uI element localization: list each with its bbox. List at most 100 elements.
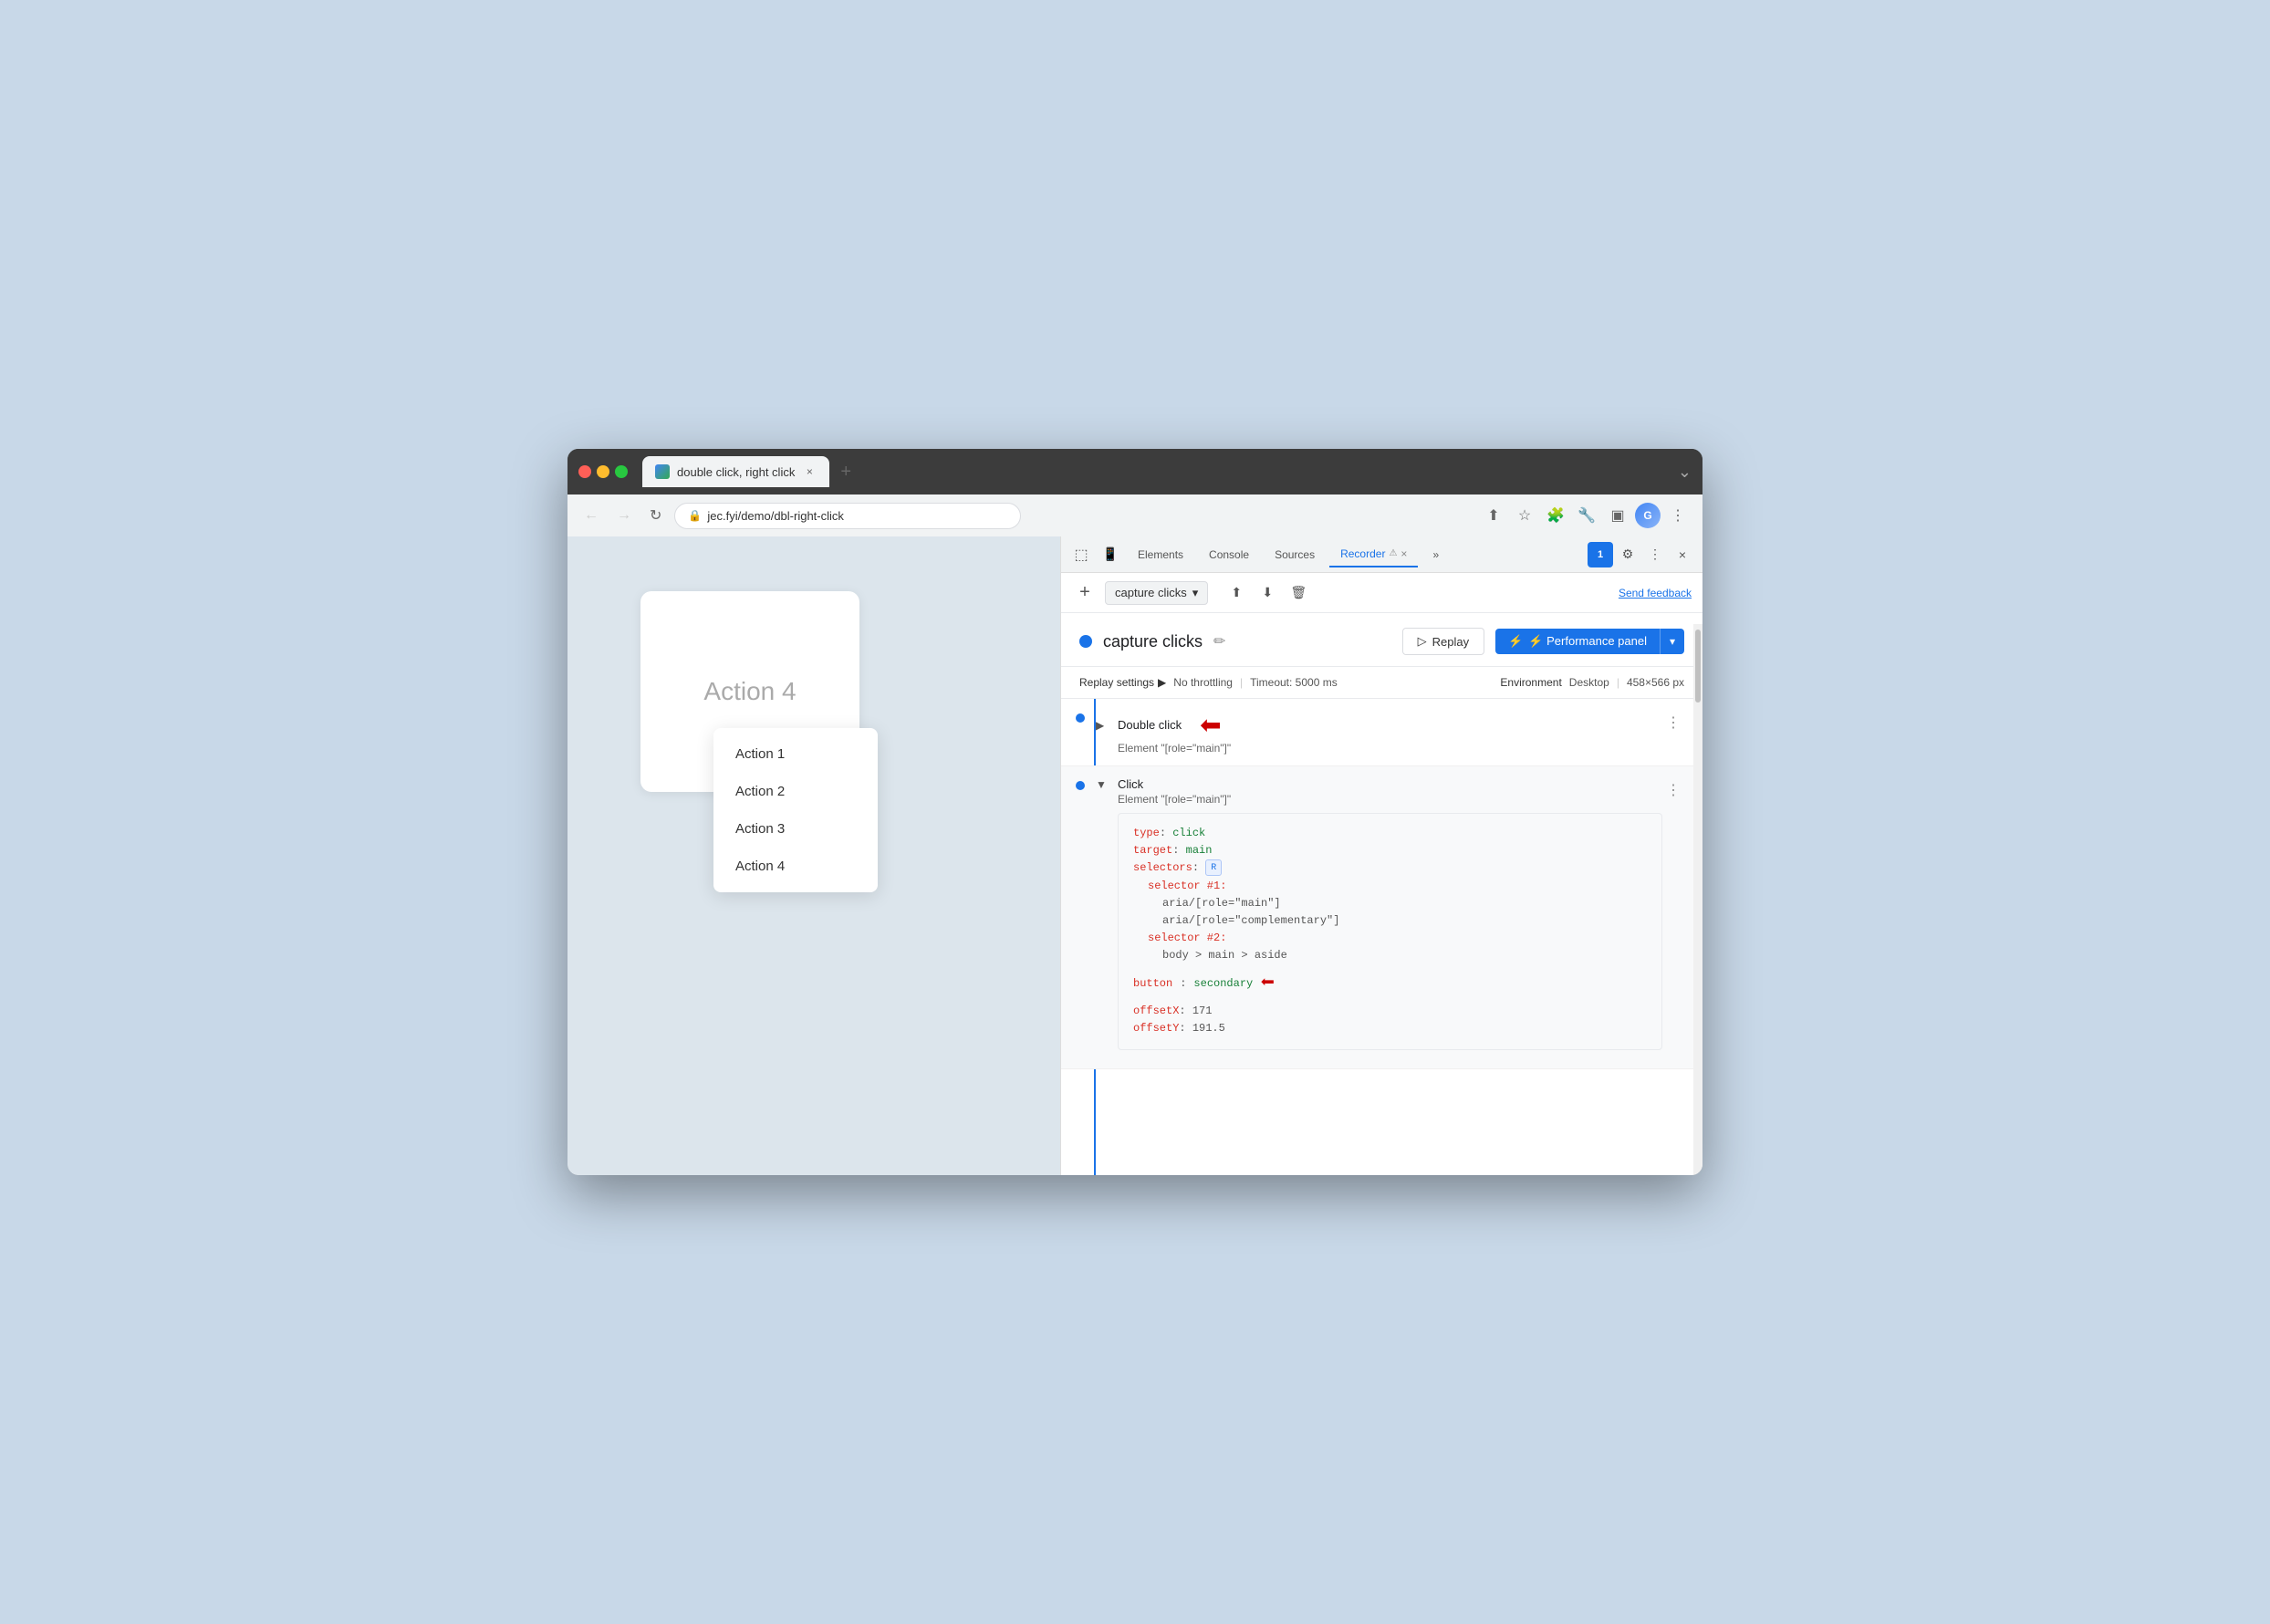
traffic-lights <box>578 465 628 478</box>
badge-count[interactable]: 1 <box>1588 542 1613 567</box>
step2-expand-icon[interactable]: ▼ <box>1096 778 1110 791</box>
minimize-traffic-light[interactable] <box>597 465 609 478</box>
new-tab-button[interactable]: + <box>833 462 859 483</box>
tab-sources[interactable]: Sources <box>1264 543 1326 567</box>
reload-button[interactable]: ↻ <box>644 503 667 528</box>
step1-expand-icon[interactable]: ▶ <box>1096 719 1110 732</box>
sidebar-icon[interactable]: ▣ <box>1604 502 1631 529</box>
close-traffic-light[interactable] <box>578 465 591 478</box>
perf-label: ⚡ Performance panel <box>1528 634 1647 649</box>
more-options-icon[interactable]: ⋮ <box>1664 502 1692 529</box>
dropdown-chevron-icon: ▾ <box>1192 586 1199 600</box>
delete-button[interactable]: 🗑 <box>1285 580 1312 606</box>
bookmark-icon[interactable]: ☆ <box>1511 502 1538 529</box>
step2-subtitle: Element "[role="main"]" <box>1118 793 1662 806</box>
title-bar: double click, right click × + ⌄ <box>568 449 1702 494</box>
devtools-tab-icons: 1 ⚙ ⋮ × <box>1588 542 1695 567</box>
env-label: Environment <box>1500 676 1561 689</box>
forward-button[interactable]: → <box>611 504 637 527</box>
replay-settings-title[interactable]: Replay settings ▶ <box>1079 676 1166 689</box>
more-devtools-icon[interactable]: ⋮ <box>1642 542 1668 567</box>
menu-item-2[interactable]: Action 2 <box>713 773 878 810</box>
step2-content: ▼ Click Element "[role="main"]" type: cl… <box>1096 777 1662 1057</box>
tab-close-button[interactable]: × <box>802 464 817 479</box>
url-text: jec.fyi/demo/dbl-right-click <box>707 509 844 523</box>
timeout-text: Timeout: 5000 ms <box>1250 676 1338 689</box>
active-tab[interactable]: double click, right click × <box>642 456 829 487</box>
step2-menu-icon[interactable]: ⋮ <box>1662 777 1684 803</box>
selectors-icon: R <box>1205 859 1222 876</box>
settings-expand-icon: ▶ <box>1158 676 1166 689</box>
menu-item-4[interactable]: Action 4 <box>713 848 878 885</box>
inspect-element-icon[interactable]: ⬚ <box>1068 542 1094 567</box>
page-area: Action 4 Action 1 Action 2 Action 3 Acti… <box>568 536 1060 1175</box>
env-details: Desktop | 458×566 px <box>1569 676 1684 689</box>
export-button[interactable]: ⬆ <box>1223 580 1250 606</box>
code-selector2-label: selector #2: <box>1148 932 1226 944</box>
recorder-actions: ⬆ ⬇ 🗑 <box>1223 580 1312 606</box>
performance-panel-button[interactable]: ⚡ ⚡ Performance panel <box>1495 629 1660 654</box>
step1-menu-icon[interactable]: ⋮ <box>1662 710 1684 735</box>
tab-more[interactable]: » <box>1421 543 1450 567</box>
menu-item-3[interactable]: Action 3 <box>713 810 878 848</box>
window-chevron[interactable]: ⌄ <box>1678 463 1692 482</box>
share-icon[interactable]: ⬆ <box>1480 502 1507 529</box>
back-button[interactable]: ← <box>578 504 604 527</box>
code-offsety-val: 191.5 <box>1192 1022 1225 1035</box>
step-double-click[interactable]: ▶ Double click ⬅ Element "[role="main"]"… <box>1061 699 1702 766</box>
recorder-warning-icon: ⚠ <box>1389 548 1397 558</box>
scrollbar-thumb[interactable] <box>1695 630 1701 703</box>
red-arrow-1: ⬅ <box>1200 710 1221 740</box>
tab-elements[interactable]: Elements <box>1127 543 1194 567</box>
step1-content: ▶ Double click ⬅ Element "[role="main"]" <box>1096 710 1662 755</box>
address-bar: ← → ↻ 🔒 jec.fyi/demo/dbl-right-click ⬆ ☆… <box>568 494 1702 536</box>
send-feedback-link[interactable]: Send feedback <box>1619 587 1692 599</box>
recording-title: capture clicks <box>1103 632 1203 651</box>
recorder-tab-close[interactable]: × <box>1401 547 1407 560</box>
step1-title-row: ▶ Double click ⬅ <box>1096 710 1662 740</box>
dropdown-menu: Action 1 Action 2 Action 3 Action 4 <box>713 728 878 892</box>
vertical-scrollbar[interactable] <box>1693 624 1702 1175</box>
close-devtools-icon[interactable]: × <box>1670 542 1695 567</box>
tab-bar: double click, right click × + <box>642 456 1671 487</box>
perf-panel-dropdown-button[interactable]: ▾ <box>1660 629 1684 654</box>
settings-details: No throttling | Timeout: 5000 ms <box>1173 676 1337 689</box>
replay-button[interactable]: ▷ Replay <box>1402 628 1484 655</box>
settings-gear-icon[interactable]: ⚙ <box>1615 542 1640 567</box>
step1-timeline <box>1076 710 1085 723</box>
code-selector1-v2: aria/[role="complementary"] <box>1162 914 1339 927</box>
code-target-key: target <box>1133 844 1172 857</box>
replay-settings-bar: Replay settings ▶ No throttling | Timeou… <box>1061 667 1702 699</box>
code-type-val: click <box>1172 827 1205 839</box>
code-target-val: main <box>1186 844 1213 857</box>
device-toolbar-icon[interactable]: 📱 <box>1098 542 1123 567</box>
edit-recording-icon[interactable]: ✏ <box>1213 632 1225 651</box>
menu-item-1[interactable]: Action 1 <box>713 735 878 773</box>
tab-recorder[interactable]: Recorder ⚠ × <box>1329 542 1418 567</box>
code-selectors-key: selectors <box>1133 862 1192 875</box>
maximize-traffic-light[interactable] <box>615 465 628 478</box>
code-type-key: type <box>1133 827 1160 839</box>
extension-icon[interactable]: 🔧 <box>1573 502 1600 529</box>
add-recording-button[interactable]: + <box>1072 580 1098 606</box>
code-button-val: secondary <box>1193 975 1253 993</box>
step1-dot <box>1076 713 1085 723</box>
devtools-panel: ⬚ 📱 Elements Console Sources Recorder ⚠ … <box>1060 536 1702 1175</box>
recording-name-text: capture clicks <box>1115 586 1187 599</box>
url-bar[interactable]: 🔒 jec.fyi/demo/dbl-right-click <box>674 503 1021 529</box>
lock-icon: 🔒 <box>688 509 702 522</box>
code-button-key: button <box>1133 975 1172 993</box>
recorder-toolbar: + capture clicks ▾ ⬆ ⬇ 🗑 Send feedback <box>1061 573 1702 613</box>
recording-name-select[interactable]: capture clicks ▾ <box>1105 581 1208 605</box>
extension-puzzle-icon[interactable]: 🧩 <box>1542 502 1569 529</box>
tab-console[interactable]: Console <box>1198 543 1260 567</box>
step2-dot <box>1076 781 1085 790</box>
import-button[interactable]: ⬇ <box>1254 580 1281 606</box>
step-click[interactable]: ▼ Click Element "[role="main"]" type: cl… <box>1061 766 1702 1069</box>
avatar[interactable]: G <box>1635 503 1661 528</box>
code-offsetx-val: 171 <box>1192 1005 1213 1017</box>
red-arrow-2: ⬅ <box>1260 965 1275 1004</box>
no-throttling-text: No throttling <box>1173 676 1233 689</box>
recorder-header: capture clicks ✏ ▷ Replay ⚡ ⚡ Performanc… <box>1061 613 1702 667</box>
step1-title: Double click <box>1118 718 1182 732</box>
